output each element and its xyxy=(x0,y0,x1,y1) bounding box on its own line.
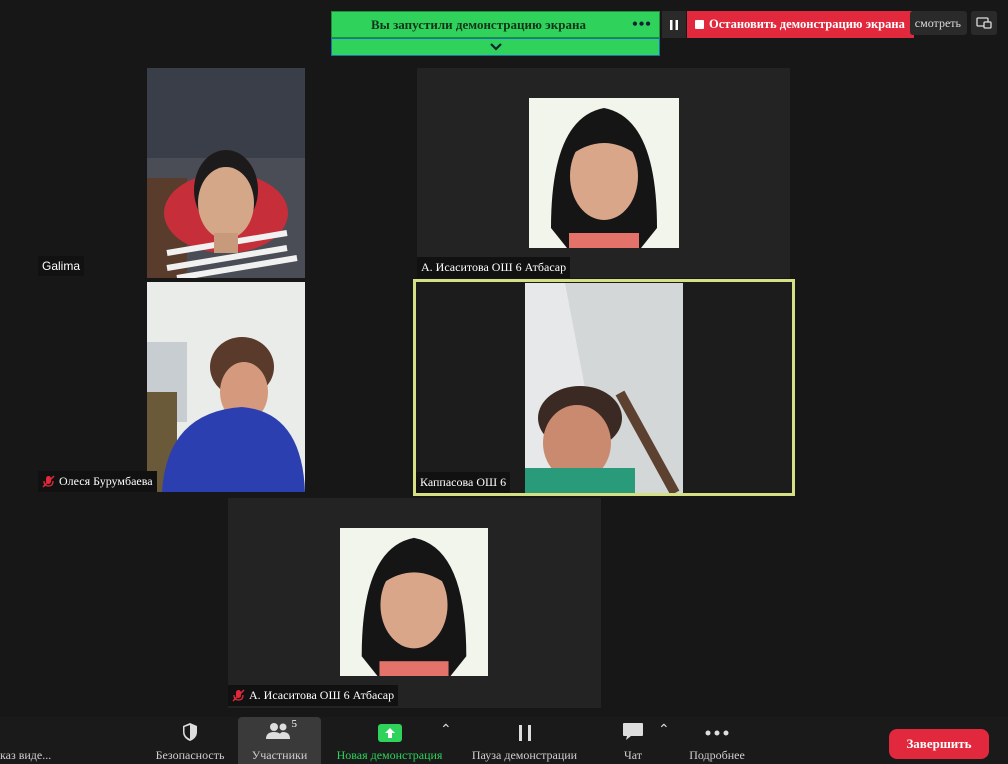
participant-name-tag: Олеся Бурумбаева xyxy=(38,471,157,492)
share-arrow-icon xyxy=(377,724,402,742)
participant-video xyxy=(147,68,305,278)
muted-mic-icon xyxy=(232,689,245,702)
video-tile-isasitova-2[interactable]: А. Исаситова ОШ 6 Атбасар xyxy=(228,498,601,708)
pause-icon xyxy=(670,19,678,30)
video-button[interactable]: каз виде... xyxy=(0,717,60,764)
end-meeting-button[interactable]: Завершить xyxy=(889,729,989,759)
participant-name: А. Исаситова ОШ 6 Атбасар xyxy=(421,260,567,274)
participants-count: 5 xyxy=(291,718,298,730)
security-button[interactable]: Безопасность xyxy=(150,717,230,764)
participant-name-tag: А. Исаситова ОШ 6 Атбасар xyxy=(417,257,571,278)
participant-name: Каппасова ОШ 6 xyxy=(420,475,507,489)
share-options-caret-icon[interactable]: ⌃ xyxy=(440,722,452,739)
minimize-window-icon xyxy=(976,17,992,29)
new-share-label: Новая демонстрация xyxy=(336,748,443,762)
participant-name: А. Исаситова ОШ 6 Атбасар xyxy=(249,688,395,702)
participant-name: Galima xyxy=(42,259,81,273)
chat-button[interactable]: Чат xyxy=(612,717,654,764)
stop-share-button[interactable]: Остановить демонстрацию экрана xyxy=(687,11,914,38)
collapse-banner-button[interactable] xyxy=(331,38,660,56)
video-label: каз виде... xyxy=(0,748,52,762)
pause-share-button[interactable]: Пауза демонстрации xyxy=(466,717,583,764)
participant-video xyxy=(147,282,305,492)
participant-video xyxy=(525,283,683,493)
pause-share-small-button[interactable] xyxy=(662,11,686,38)
chevron-down-icon xyxy=(489,43,502,51)
participant-name-tag: Galima xyxy=(38,256,85,276)
meeting-toolbar: каз виде... Безопасность 5 Участники Нов… xyxy=(0,717,1008,764)
stop-share-label: Остановить демонстрацию экрана xyxy=(709,17,905,31)
video-tile-galima[interactable]: Galima xyxy=(36,68,305,278)
participants-label: Участники xyxy=(251,748,308,762)
stop-icon xyxy=(695,20,704,29)
pause-share-label: Пауза демонстрации xyxy=(471,748,578,762)
more-button[interactable]: Подробнее xyxy=(682,717,752,764)
shield-icon xyxy=(183,723,197,741)
participants-icon xyxy=(265,723,290,739)
new-share-button[interactable]: Новая демонстрация xyxy=(332,717,447,764)
minimize-window-button[interactable] xyxy=(971,11,997,35)
video-tile-olesya[interactable]: Олеся Бурумбаева xyxy=(36,282,305,492)
chat-label: Чат xyxy=(623,748,643,762)
chat-icon xyxy=(623,723,643,740)
more-options-icon[interactable]: ••• xyxy=(625,16,659,34)
participant-avatar xyxy=(529,98,679,248)
participant-name-tag: Каппасова ОШ 6 xyxy=(416,472,511,493)
video-tile-isasitova[interactable]: А. Исаситова ОШ 6 Атбасар xyxy=(417,68,790,278)
end-meeting-label: Завершить xyxy=(906,736,972,751)
sharing-banner[interactable]: Вы запустили демонстрацию экрана ••• xyxy=(331,11,660,38)
more-label: Подробнее xyxy=(689,748,745,762)
video-tile-kappasova[interactable]: Каппасова ОШ 6 xyxy=(413,279,795,496)
security-label: Безопасность xyxy=(155,748,225,762)
pause-icon xyxy=(518,725,531,741)
participant-name-tag: А. Исаситова ОШ 6 Атбасар xyxy=(228,685,399,706)
participant-avatar xyxy=(340,528,488,676)
muted-mic-icon xyxy=(42,475,55,488)
more-dots-icon xyxy=(705,730,729,736)
view-options-label: смотреть xyxy=(914,15,961,30)
participants-button[interactable]: 5 Участники xyxy=(238,717,321,764)
participant-name: Олеся Бурумбаева xyxy=(59,474,153,488)
chat-options-caret-icon[interactable]: ⌃ xyxy=(658,722,670,739)
view-options-button[interactable]: смотреть xyxy=(910,11,967,35)
participants-icon-wrap: 5 xyxy=(265,718,297,742)
sharing-status-text: Вы запустили демонстрацию экрана xyxy=(371,16,586,32)
